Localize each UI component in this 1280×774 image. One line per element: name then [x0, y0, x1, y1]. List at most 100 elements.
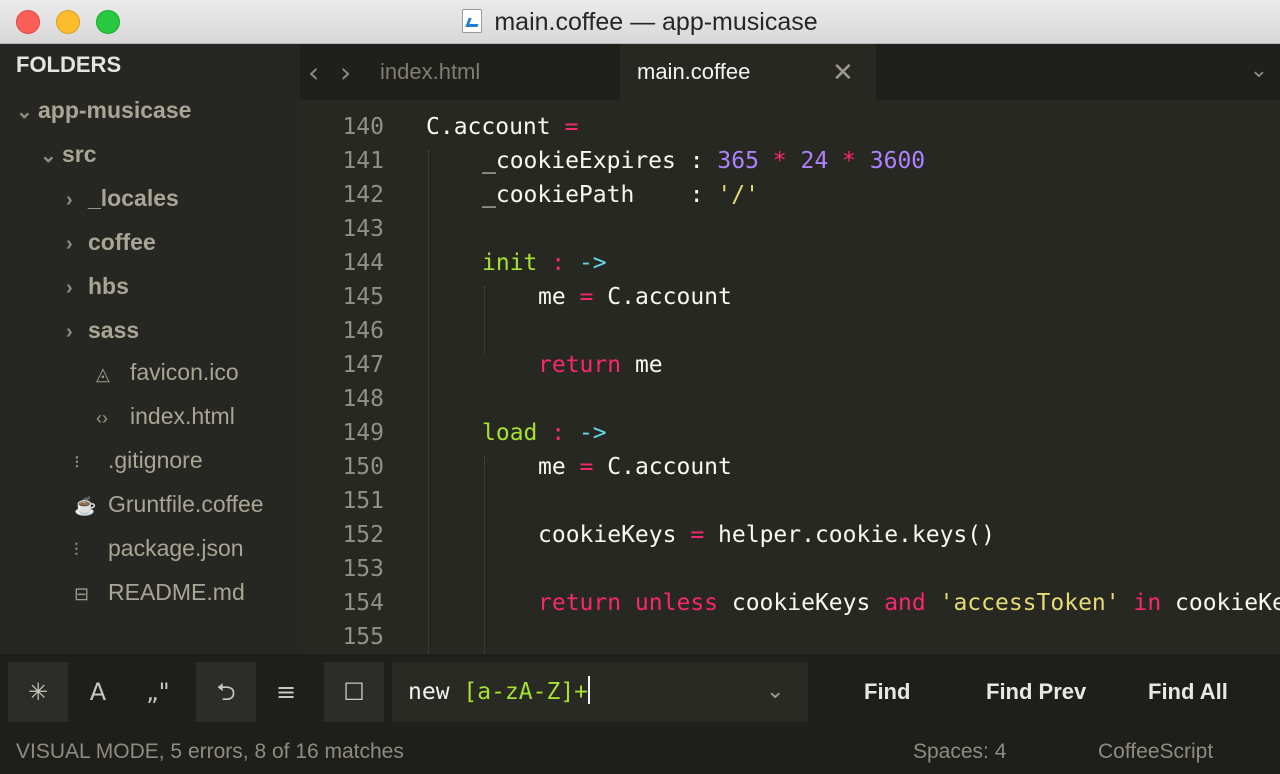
code-text: return me: [538, 348, 663, 382]
sidebar-item-sass[interactable]: › sass: [66, 308, 139, 352]
case-sensitive-icon[interactable]: A: [68, 662, 128, 722]
tab-index-html[interactable]: index.html: [370, 44, 620, 100]
code-token: return: [538, 352, 622, 378]
code-token: return unless: [538, 590, 719, 616]
code-line: 140 C.account =: [300, 110, 1280, 144]
find-history-chevron-down-icon[interactable]: ⌄: [766, 662, 784, 722]
code-line: 147 return me: [300, 348, 1280, 382]
close-icon[interactable]: ✕: [832, 44, 854, 100]
window-title-area: main.coffee — app-musicase: [0, 8, 1280, 37]
sidebar-item-gruntfile-coffee[interactable]: ☕ Gruntfile.coffee: [74, 482, 264, 526]
line-number: 150: [342, 454, 384, 480]
code-token: 24: [800, 148, 829, 174]
chevron-right-icon: ›: [66, 233, 73, 255]
title-bar: main.coffee — app-musicase: [0, 0, 1280, 44]
sidebar-item-favicon-ico[interactable]: ◬ favicon.ico: [96, 350, 239, 394]
code-token: me: [538, 454, 580, 480]
code-text: _cookiePath : '/': [482, 178, 759, 212]
code-token: *: [828, 148, 870, 174]
code-editor[interactable]: 140 C.account = 141 _cookieExpires : 365 * …: [300, 100, 1280, 654]
code-line: 153: [300, 552, 1280, 586]
sidebar-item-index-html[interactable]: ‹› index.html: [96, 394, 235, 438]
status-message: VISUAL MODE, 5 errors, 8 of 16 matches: [16, 740, 404, 763]
code-line: 148: [300, 382, 1280, 416]
find-prev-button[interactable]: Find Prev: [986, 662, 1086, 722]
sidebar-item-package-json[interactable]: ⫶ package.json: [74, 526, 244, 570]
tab-label: main.coffee: [637, 59, 751, 84]
coffee-file-icon: ☕: [74, 496, 97, 516]
sidebar-item-label: .gitignore: [108, 447, 203, 473]
sidebar-item-locales[interactable]: › _locales: [66, 176, 179, 220]
code-token: cookieKeys: [1175, 590, 1280, 616]
chevron-right-icon: ›: [66, 189, 73, 211]
sidebar-item-app-musicase[interactable]: ⌄ app-musicase: [16, 88, 191, 132]
code-line: 152 cookieKeys = helper.cookie.keys(): [300, 518, 1280, 552]
chevron-down-icon: ⌄: [16, 101, 33, 123]
sidebar-item-coffee[interactable]: › coffee: [66, 220, 156, 264]
code-token: _cookiePath :: [482, 182, 718, 208]
code-line: 142 _cookiePath : '/': [300, 178, 1280, 212]
line-number: 148: [342, 386, 384, 412]
line-number: 144: [342, 250, 384, 276]
code-text: C.account =: [426, 110, 578, 144]
code-line: 143: [300, 212, 1280, 246]
find-all-button[interactable]: Find All: [1148, 662, 1228, 722]
code-line: 154 return unless cookieKeys and 'accessT…: [300, 586, 1280, 620]
sidebar-item-readme-md[interactable]: ⊟ README.md: [74, 570, 245, 614]
vscode-file-icon: [462, 9, 483, 33]
regex-icon[interactable]: ✳: [8, 662, 68, 722]
whole-word-icon[interactable]: „": [128, 662, 188, 722]
code-token: =: [690, 522, 705, 548]
code-token: ->: [578, 250, 607, 276]
indentation-setting[interactable]: Spaces: 4: [913, 730, 1006, 774]
tab-main-coffee[interactable]: main.coffee ✕: [620, 44, 876, 100]
chevron-down-icon[interactable]: ⌄: [1250, 58, 1268, 83]
code-token: me: [621, 352, 663, 378]
code-line: 151: [300, 484, 1280, 518]
chevron-right-icon: ›: [66, 321, 73, 343]
status-bar: VISUAL MODE, 5 errors, 8 of 16 matches S…: [0, 730, 1280, 774]
in-selection-icon[interactable]: ≡: [256, 662, 316, 722]
html-file-icon: ‹›: [96, 408, 108, 428]
sidebar: FOLDERS ⌄ app-musicase ⌄ src › _locales › coffe…: [0, 44, 300, 654]
code-token: :: [537, 420, 579, 446]
find-panel: ✳ A „" ⮌ ≡ ☐ new [a-zA-Z]+ ⌄ Find Find P…: [0, 654, 1280, 730]
json-file-icon: ⫶: [74, 540, 79, 560]
line-number: 149: [342, 420, 384, 446]
line-number: 155: [342, 624, 384, 650]
code-token: ->: [578, 420, 607, 446]
highlight-matches-icon[interactable]: ☐: [324, 662, 384, 722]
sidebar-item-src[interactable]: ⌄ src: [40, 132, 97, 176]
syntax-selector[interactable]: CoffeeScript: [1098, 730, 1213, 774]
code-text: cookieKeys = helper.cookie.keys(): [538, 518, 995, 552]
sidebar-item-label: package.json: [108, 535, 244, 561]
sidebar-item-hbs[interactable]: › hbs: [66, 264, 129, 308]
code-token: _cookieExpires :: [482, 148, 718, 174]
find-input[interactable]: new [a-zA-Z]+: [392, 662, 808, 722]
line-number: 146: [342, 318, 384, 344]
code-token: me: [538, 284, 580, 310]
code-token: :: [537, 250, 579, 276]
line-number: 147: [342, 352, 384, 378]
code-token: cookieKeys: [538, 522, 691, 548]
chevron-left-icon[interactable]: ‹: [308, 56, 319, 89]
chevron-right-icon[interactable]: ›: [340, 56, 351, 89]
code-line: 150 me = C.account: [300, 450, 1280, 484]
sidebar-item-label: app-musicase: [38, 97, 192, 123]
code-token: C.account: [593, 284, 732, 310]
code-text: _cookieExpires : 365 * 24 * 3600: [482, 144, 925, 178]
code-token: helper.cookie.keys(): [704, 522, 995, 548]
line-number: 143: [342, 216, 384, 242]
code-line: 155: [300, 620, 1280, 654]
text-file-icon: ⁝: [74, 452, 80, 472]
code-text: return unless cookieKeys and 'accessToke…: [538, 586, 1280, 620]
wrap-icon[interactable]: ⮌: [196, 662, 256, 722]
find-button[interactable]: Find: [864, 662, 910, 722]
line-number: 152: [342, 522, 384, 548]
sidebar-item-label: favicon.ico: [130, 359, 239, 385]
sidebar-item-gitignore[interactable]: ⁝ .gitignore: [74, 438, 203, 482]
sidebar-item-label: sass: [88, 317, 140, 343]
code-text: me = C.account: [538, 280, 732, 314]
